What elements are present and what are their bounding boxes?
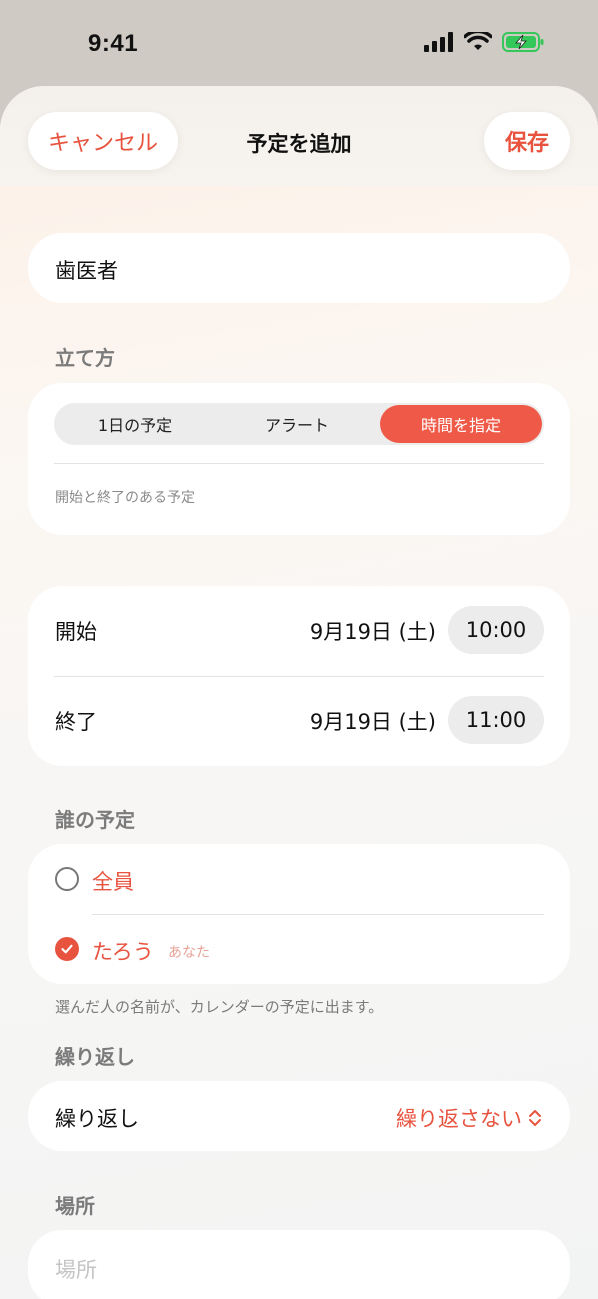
start-label: 開始 bbox=[55, 620, 97, 644]
who-option-taro[interactable]: たろう あなた bbox=[28, 914, 570, 984]
who-card: 全員 たろう あなた bbox=[28, 844, 570, 984]
repeat-section-label: 繰り返し bbox=[55, 1045, 135, 1069]
end-date[interactable]: 9月19日 (土) bbox=[310, 706, 436, 736]
checkmark-icon bbox=[55, 937, 79, 961]
event-title-field[interactable]: 歯医者 bbox=[28, 233, 570, 303]
who-note: 選んだ人の名前が、カレンダーの予定に出ます。 bbox=[55, 998, 384, 1016]
who-section-label: 誰の予定 bbox=[55, 808, 135, 832]
end-row: 終了 9月19日 (土) 11:00 bbox=[28, 676, 570, 766]
repeat-label: 繰り返し bbox=[55, 1107, 139, 1131]
repeat-value: 繰り返さない bbox=[396, 1107, 522, 1131]
who-option-you-badge: あなた bbox=[168, 945, 210, 961]
divider bbox=[54, 463, 544, 464]
save-button[interactable]: 保存 bbox=[484, 112, 570, 170]
repeat-select[interactable]: 繰り返さない bbox=[396, 1103, 542, 1133]
end-time-button[interactable]: 11:00 bbox=[448, 696, 544, 744]
start-time-button[interactable]: 10:00 bbox=[448, 606, 544, 654]
segment-timed[interactable]: 時間を指定 bbox=[380, 405, 542, 443]
place-section-label: 場所 bbox=[55, 1194, 95, 1218]
start-row: 開始 9月19日 (土) 10:00 bbox=[28, 586, 570, 676]
status-time: 9:41 bbox=[88, 30, 139, 57]
method-segmented-control: 1日の予定 アラート 時間を指定 bbox=[54, 403, 544, 445]
signal-icon bbox=[424, 32, 453, 52]
who-option-name: 全員 bbox=[92, 870, 134, 894]
place-placeholder: 場所 bbox=[55, 1258, 97, 1282]
method-card: 1日の予定 アラート 時間を指定 開始と終了のある予定 bbox=[28, 383, 570, 535]
start-date[interactable]: 9月19日 (土) bbox=[310, 616, 436, 646]
place-field[interactable]: 場所 bbox=[28, 1230, 570, 1299]
status-icons bbox=[424, 32, 544, 52]
method-section-label: 立て方 bbox=[55, 346, 115, 370]
who-option-name: たろう bbox=[92, 940, 154, 964]
segment-all-day[interactable]: 1日の予定 bbox=[54, 403, 216, 445]
radio-unchecked-icon bbox=[55, 867, 79, 891]
end-label: 終了 bbox=[55, 710, 97, 734]
add-event-sheet: キャンセル 予定を追加 保存 歯医者 立て方 1日の予定 アラート 時間を指定 … bbox=[0, 86, 598, 1299]
who-option-everyone[interactable]: 全員 bbox=[28, 844, 570, 914]
status-bar: 9:41 bbox=[0, 0, 598, 86]
repeat-row[interactable]: 繰り返し 繰り返さない bbox=[28, 1081, 570, 1151]
time-card: 開始 9月19日 (土) 10:00 終了 9月19日 (土) 11:00 bbox=[28, 586, 570, 766]
event-title-value: 歯医者 bbox=[55, 259, 118, 283]
method-description: 開始と終了のある予定 bbox=[55, 490, 195, 506]
wifi-icon bbox=[464, 32, 492, 50]
battery-charging-icon bbox=[502, 32, 544, 52]
chevron-updown-icon bbox=[529, 1110, 541, 1126]
segment-alert[interactable]: アラート bbox=[216, 403, 378, 445]
nav-bar: キャンセル 予定を追加 保存 bbox=[0, 86, 598, 186]
